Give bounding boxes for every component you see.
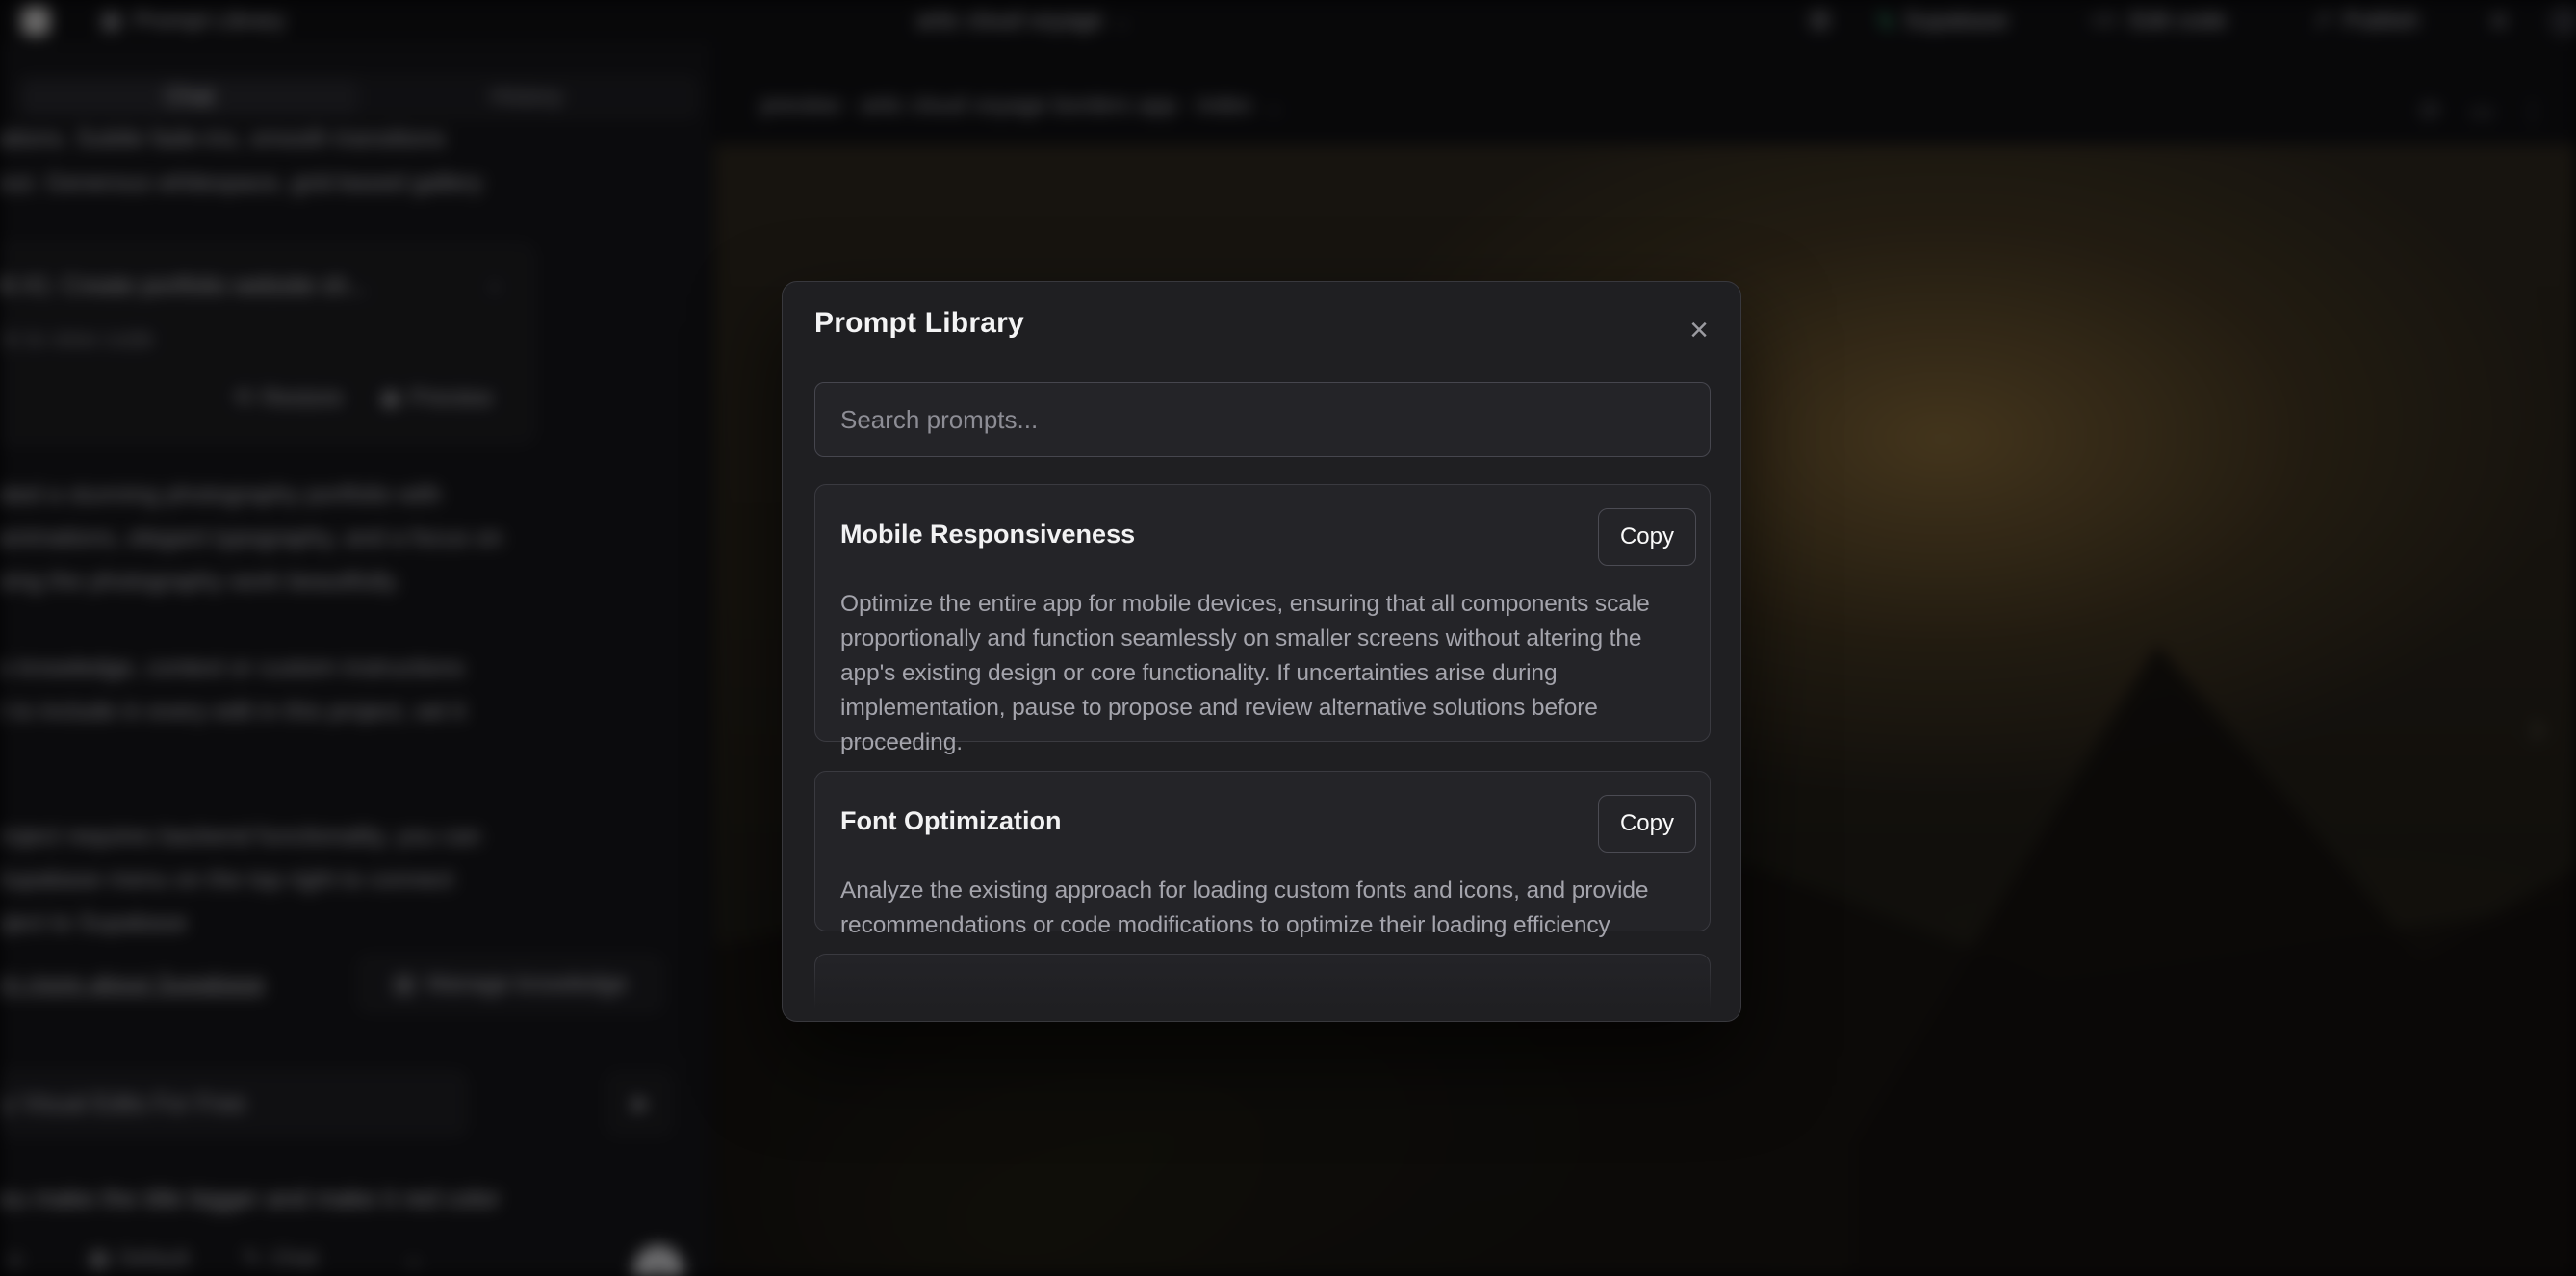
prompt-card-description: Analyze the existing approach for loadin… [840, 874, 1698, 943]
prompt-card-title: Font Optimization [840, 795, 1061, 836]
close-icon: × [1689, 312, 1709, 349]
copy-button[interactable]: Copy [1598, 795, 1696, 853]
prompt-card-title: Mobile Responsiveness [840, 508, 1135, 549]
dialog-title: Prompt Library [814, 307, 1024, 340]
copy-button[interactable]: Copy [1598, 508, 1696, 566]
close-button[interactable]: × [1678, 309, 1720, 351]
prompt-card-description: Optimize the entire app for mobile devic… [840, 587, 1698, 760]
prompt-library-dialog: Prompt Library × Mobile Responsiveness C… [782, 281, 1741, 1022]
prompt-card: Mobile Responsiveness Copy Optimize the … [814, 484, 1711, 742]
prompt-card: Font Optimization Copy Analyze the exist… [814, 771, 1711, 931]
prompt-card-clipped [814, 954, 1711, 1011]
prompt-search-input[interactable] [814, 382, 1711, 457]
